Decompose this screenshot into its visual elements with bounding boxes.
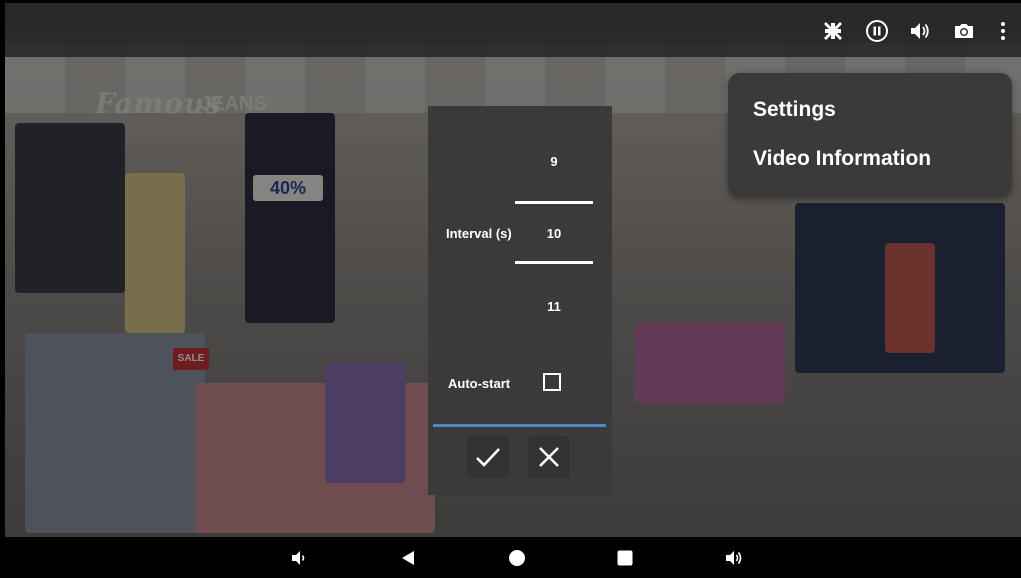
- menu-item-video-information[interactable]: Video Information: [753, 147, 931, 171]
- close-icon: [539, 447, 559, 467]
- exit-fullscreen-button[interactable]: [821, 19, 845, 43]
- picker-divider-bottom: [515, 261, 593, 264]
- volume-button[interactable]: [908, 19, 932, 43]
- menu-item-settings[interactable]: Settings: [753, 98, 836, 122]
- confirm-button[interactable]: [467, 436, 509, 478]
- interval-dialog: 9 Interval (s) 10 11 Auto-start: [428, 106, 612, 495]
- picker-current-value[interactable]: 10: [515, 226, 593, 241]
- recents-icon: [617, 550, 633, 566]
- player-top-bar: [5, 3, 1021, 57]
- autostart-checkbox[interactable]: [543, 373, 561, 391]
- autostart-label: Auto-start: [448, 376, 511, 391]
- volume-down-button[interactable]: [288, 547, 310, 569]
- pause-button[interactable]: [865, 19, 889, 43]
- pause-icon: [866, 20, 888, 42]
- volume-down-icon: [292, 551, 305, 565]
- overflow-menu: Settings Video Information: [728, 73, 1012, 197]
- check-icon: [476, 448, 500, 467]
- back-button[interactable]: [397, 547, 419, 569]
- system-nav-bar: [5, 537, 1021, 578]
- home-button[interactable]: [506, 547, 528, 569]
- picker-divider-top: [515, 201, 593, 204]
- camera-icon: [955, 24, 973, 38]
- more-options-button[interactable]: [991, 19, 1015, 43]
- more-vert-icon: [1001, 22, 1005, 40]
- picker-prev-value[interactable]: 9: [515, 154, 593, 169]
- picker-next-value[interactable]: 11: [515, 299, 593, 314]
- recents-button[interactable]: [614, 547, 636, 569]
- volume-up-icon: [726, 551, 742, 565]
- cancel-button[interactable]: [528, 436, 570, 478]
- snapshot-button[interactable]: [952, 19, 976, 43]
- exit-fullscreen-icon: [824, 22, 842, 40]
- volume-up-button[interactable]: [723, 547, 745, 569]
- back-icon: [402, 551, 414, 565]
- volume-icon: [911, 23, 929, 39]
- dialog-divider: [433, 424, 606, 427]
- interval-label: Interval (s): [446, 226, 512, 241]
- home-icon: [509, 550, 525, 566]
